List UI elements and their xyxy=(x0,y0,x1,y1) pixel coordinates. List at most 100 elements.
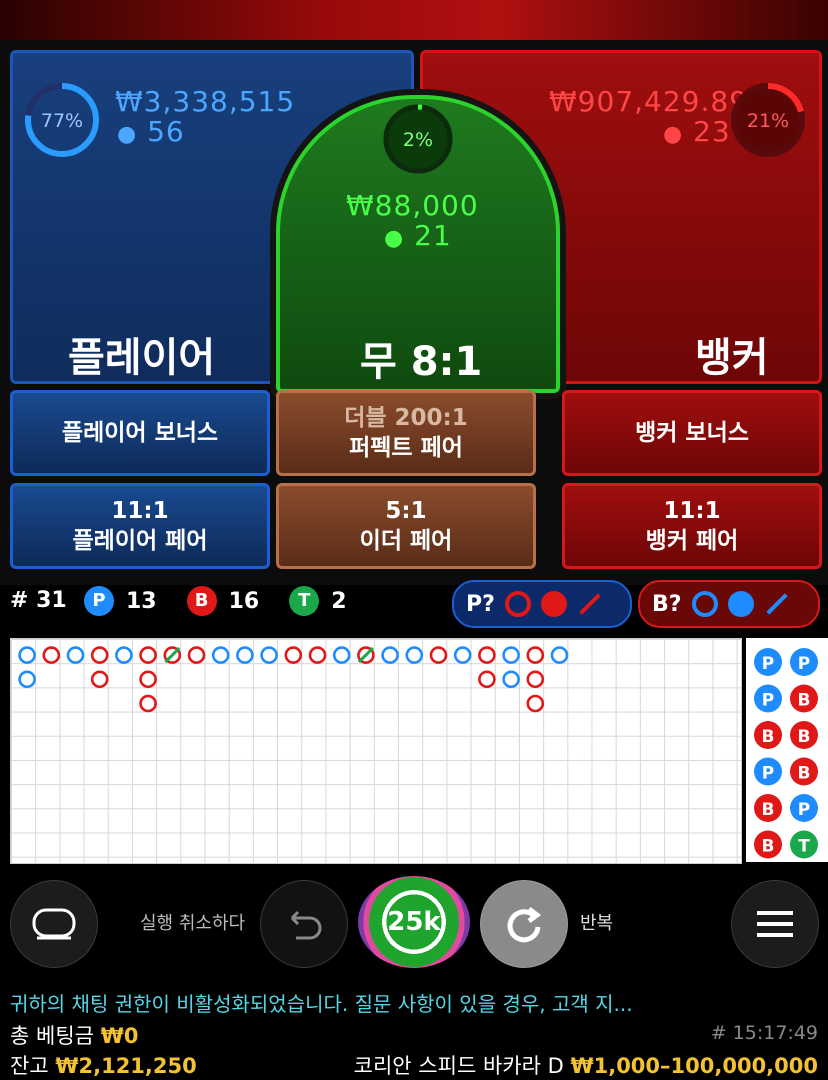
banker-result-mark xyxy=(139,694,157,713)
svg-text:B: B xyxy=(798,727,811,747)
player-result-mark xyxy=(260,646,278,664)
player-percent: 77% xyxy=(41,110,83,132)
bead-road[interactable]: PPPBBBPBBPBT xyxy=(746,638,828,862)
tie-bet-area[interactable]: 2% ₩88,000 ● 21 무 8:1 xyxy=(276,95,560,393)
table-info: 코리안 스피드 바카라 D ₩1,000–100,000,000 xyxy=(354,1050,818,1080)
user-icon: ● xyxy=(117,122,138,147)
bead-road-mark: B xyxy=(790,721,818,749)
svg-text:P: P xyxy=(762,654,774,674)
banker-pair-odds: 11:1 xyxy=(663,498,721,524)
either-pair-button[interactable]: 5:1 이더 페어 xyxy=(276,483,536,569)
banker-result-mark xyxy=(90,670,109,689)
banker-result-mark xyxy=(478,646,496,664)
tie-count: 2 xyxy=(331,588,347,614)
undo-icon xyxy=(290,910,322,940)
table-name: 코리안 스피드 바카라 D xyxy=(353,1054,564,1078)
chip-selector[interactable]: 25k xyxy=(358,876,470,968)
svg-text:P: P xyxy=(762,691,774,711)
svg-text:B: B xyxy=(762,837,775,857)
balance: 잔고 ₩2,121,250 xyxy=(10,1050,197,1080)
player-percent-ring: 77% xyxy=(25,83,99,157)
table-limits: ₩1,000–100,000,000 xyxy=(570,1054,818,1078)
player-result-mark xyxy=(405,646,424,664)
banker-bettor-count: ● 23 xyxy=(663,115,731,148)
bead-road-mark: T xyxy=(790,830,818,859)
player-win-count: 13 xyxy=(126,588,157,614)
banker-bet-amount: ₩907,429.89 xyxy=(549,85,749,118)
banker-result-mark xyxy=(526,670,545,689)
hamburger-icon xyxy=(757,911,793,937)
bead-road-mark: B xyxy=(754,721,782,749)
player-pair-label: 플레이어 페어 xyxy=(72,528,208,554)
svg-text:P: P xyxy=(798,800,810,820)
banker-result-mark xyxy=(42,646,61,664)
game-id: # 15:17:49 xyxy=(710,1022,818,1044)
either-pair-odds: 5:1 xyxy=(385,498,427,524)
user-icon: ● xyxy=(663,122,684,147)
player-result-mark xyxy=(18,646,36,664)
tie-label: 무 8:1 xyxy=(360,339,483,385)
tie-icon: T xyxy=(289,586,320,616)
big-road xyxy=(18,646,569,713)
blue-dot-icon xyxy=(727,591,754,617)
player-bet-amount: ₩3,338,515 xyxy=(115,85,296,118)
chat-bubble-icon xyxy=(32,908,76,940)
round-count: # 31 xyxy=(10,588,67,613)
total-bet-label: 총 베팅금 xyxy=(10,1024,94,1048)
player-pair-button[interactable]: 11:1 플레이어 페어 xyxy=(10,483,270,569)
player-bonus-button[interactable]: 플레이어 보너스 xyxy=(10,390,270,476)
player-prediction-button[interactable]: P? xyxy=(452,580,632,628)
red-slash-icon xyxy=(579,593,601,615)
svg-text:B: B xyxy=(762,727,775,747)
banker-result-mark xyxy=(526,646,545,664)
banker-prediction-label: B? xyxy=(652,591,682,617)
perfect-pair-button[interactable]: 더블 200:1 퍼펙트 페어 xyxy=(276,390,536,476)
banker-bonus-button[interactable]: 뱅커 보너스 xyxy=(562,390,822,476)
tie-bettor-count: ● 21 xyxy=(384,219,452,252)
player-prediction-label: P? xyxy=(466,591,495,617)
bead-road-mark: P xyxy=(790,648,818,676)
tie-percent-ring: 2% xyxy=(383,104,453,174)
top-video-strip xyxy=(0,0,828,40)
tie-bet-amount: ₩88,000 xyxy=(346,189,479,222)
user-icon: ● xyxy=(384,226,405,251)
undo-button[interactable] xyxy=(260,880,348,968)
svg-text:T: T xyxy=(798,837,810,857)
banker-result-mark xyxy=(478,670,496,689)
undo-label: 실행 취소하다 xyxy=(140,913,246,934)
chat-notice: 귀하의 채팅 권한이 비활성화되었습니다. 질문 사항이 있을 경우, 고객 지… xyxy=(10,992,633,1016)
menu-chat-button[interactable] xyxy=(10,880,98,968)
tie-percent: 2% xyxy=(403,129,433,151)
banker-result-mark xyxy=(139,670,157,689)
banker-result-mark xyxy=(187,646,206,664)
player-bettor-count: ● 56 xyxy=(117,115,185,148)
banker-label: 뱅커 xyxy=(695,335,769,381)
either-pair-label: 이더 페어 xyxy=(359,528,453,554)
main-menu-button[interactable] xyxy=(731,880,819,968)
banker-percent: 21% xyxy=(747,110,789,132)
repeat-button[interactable] xyxy=(480,880,568,968)
player-result-mark xyxy=(18,670,36,689)
player-result-mark xyxy=(502,646,520,664)
banker-bonus-label: 뱅커 보너스 xyxy=(635,420,749,446)
player-bonus-label: 플레이어 보너스 xyxy=(61,420,219,446)
banker-pair-button[interactable]: 11:1 뱅커 페어 xyxy=(562,483,822,569)
player-pair-odds: 11:1 xyxy=(111,498,169,524)
bead-road-mark: B xyxy=(790,757,818,786)
banker-prediction-button[interactable]: B? xyxy=(638,580,820,628)
banker-win-icon: B xyxy=(186,586,217,616)
player-result-mark xyxy=(211,646,230,664)
banker-result-mark xyxy=(284,646,303,664)
svg-text:B: B xyxy=(798,691,811,711)
repeat-label: 반복 xyxy=(580,913,614,934)
svg-text:P: P xyxy=(762,764,774,784)
banker-result-mark xyxy=(139,646,157,664)
svg-text:P: P xyxy=(798,654,810,674)
banker-percent-ring: 21% xyxy=(731,83,805,157)
banker-pair-label: 뱅커 페어 xyxy=(645,528,739,554)
total-bet-value: ₩0 xyxy=(100,1024,139,1048)
scoreboard-roadmap[interactable] xyxy=(10,638,742,864)
perfect-pair-odds: 더블 200:1 xyxy=(344,405,468,431)
player-result-mark xyxy=(66,646,85,664)
bead-road-mark: P xyxy=(754,684,782,713)
